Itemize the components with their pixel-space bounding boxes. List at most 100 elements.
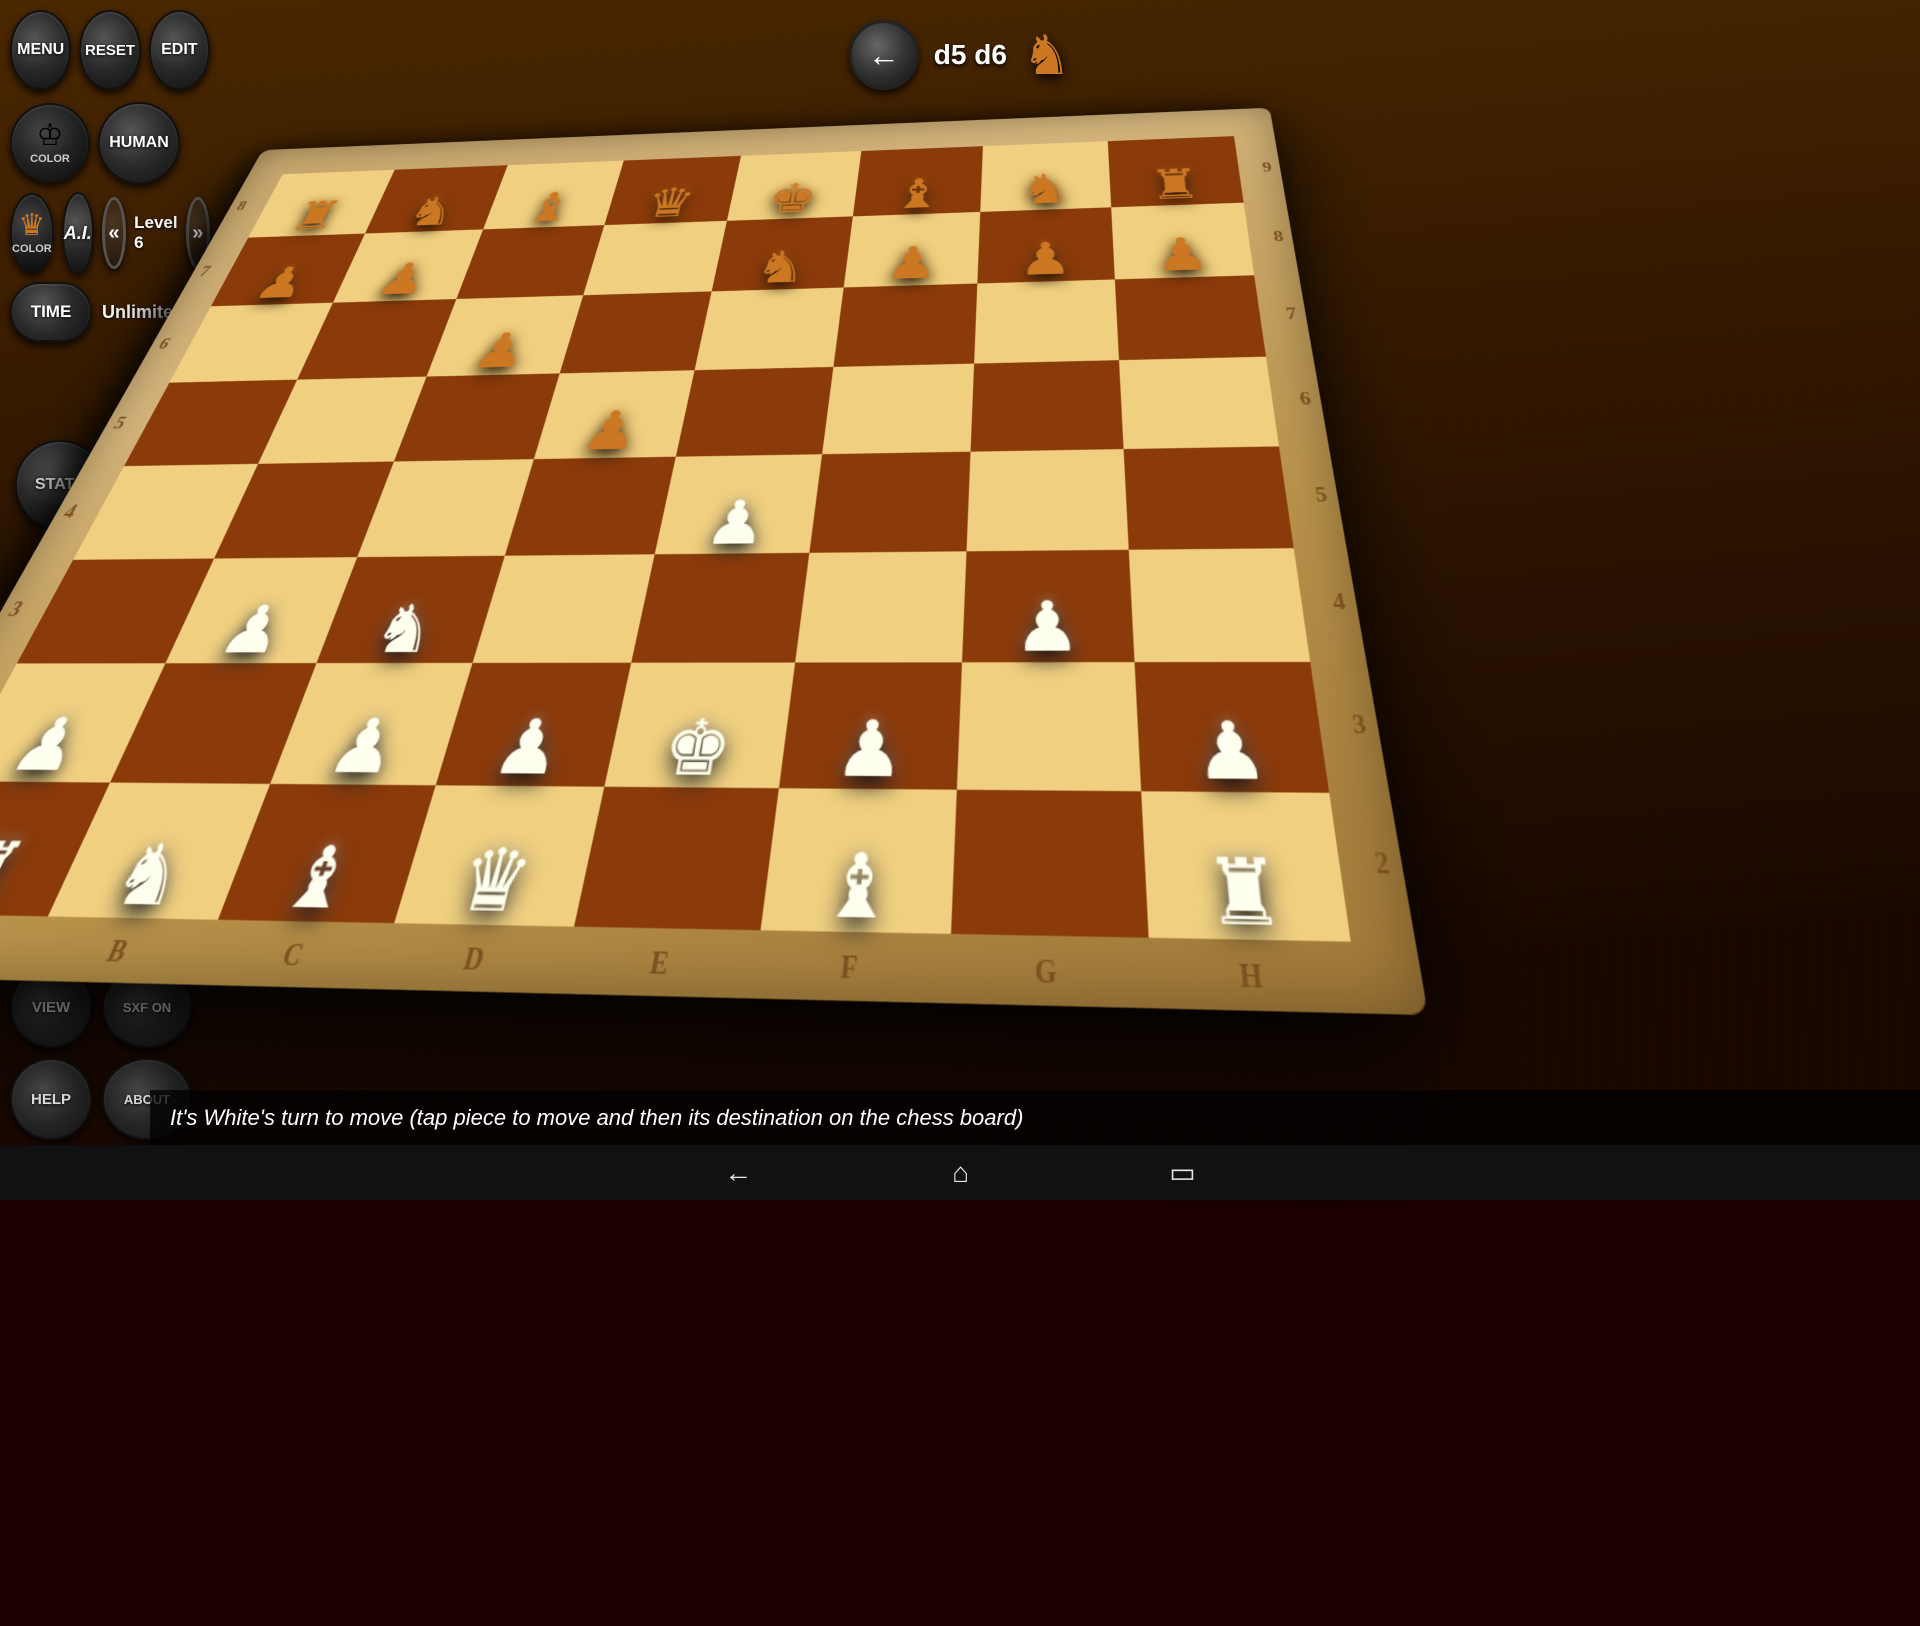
piece-BP-1-1: ♟ [370,257,436,302]
piece-BP-1-5: ♟ [884,240,940,286]
cell-4-7[interactable] [1123,446,1294,549]
player1-color-label: COLOR [30,153,70,165]
cell-0-4[interactable]: ♚ [727,151,861,220]
cell-6-4[interactable]: ♚ [605,663,795,788]
cell-1-3[interactable] [583,220,727,295]
piece-BB-0-5: ♝ [891,173,944,215]
cell-7-6[interactable] [951,789,1148,938]
edit-button[interactable]: EDIT [149,10,210,90]
file-e: E [647,946,671,982]
move-piece-icon: ♞ [1022,23,1071,87]
piece-BN-0-6: ♞ [1020,168,1071,210]
cell-1-7[interactable]: ♟ [1111,202,1255,279]
cells-container[interactable]: ♜♞♝♛♚♝♞♜♟♟♞♟♟♟♟♟♟♟♞♟♟♟♟♚♟♟♜♞♝♛♝♜ [0,136,1351,942]
piece-WP-6-2: ♟ [320,709,409,784]
player1-color-button[interactable]: ♔ COLOR [10,103,90,183]
cell-7-4[interactable] [574,786,778,930]
player1-piece-icon: ♔ [37,121,64,151]
piece-WP-6-5: ♟ [832,710,908,788]
cell-4-3[interactable] [504,457,675,555]
piece-WR-7-0: ♜ [0,831,37,915]
piece-WP-5-6: ♟ [1014,592,1082,662]
cell-5-7[interactable] [1128,548,1310,663]
rank-7: 7 [196,264,213,280]
reset-button[interactable]: RESET [79,10,140,90]
piece-WK-6-4: ♚ [657,710,738,787]
cell-3-7[interactable] [1118,356,1279,449]
level-prev-button[interactable]: « [102,197,126,269]
nav-back-button[interactable]: ← [724,1157,752,1189]
piece-WN-5-2: ♞ [363,596,446,663]
cell-7-7[interactable]: ♜ [1140,791,1350,942]
piece-BP-1-6: ♟ [1019,236,1073,282]
nav-home-button[interactable]: ⌂ [952,1157,969,1189]
move-back-icon: ← [868,37,900,74]
piece-WQ-7-3: ♛ [448,838,540,926]
piece-WP-6-0: ♟ [0,708,97,781]
piece-WN-7-1: ♞ [98,834,200,919]
rank-5: 5 [110,414,130,433]
piece-BR-0-7: ♜ [1147,163,1203,206]
rank-6: 6 [155,335,173,352]
file-b: B [102,935,133,969]
nav-recent-button[interactable]: ▭ [1169,1156,1195,1189]
rank-8: 8 [234,199,250,214]
cell-3-5[interactable] [822,363,975,454]
time-button[interactable]: TIME [10,282,92,342]
cell-1-4[interactable]: ♞ [712,216,853,291]
cell-4-5[interactable] [809,452,971,553]
piece-WB-7-5: ♝ [817,842,898,933]
top-button-row: MENU RESET EDIT [10,10,210,90]
piece-BP-3-3: ♟ [576,404,645,459]
cell-5-3[interactable] [472,554,655,663]
cell-0-6[interactable]: ♞ [980,141,1110,211]
cell-6-6[interactable] [957,662,1141,790]
board-surface: 8 7 6 5 4 3 2 1 A B C D E F G H 9 8 7 6 … [0,108,1428,1015]
cell-7-5[interactable]: ♝ [760,787,957,933]
cell-3-4[interactable] [676,366,833,456]
piece-BP-1-7: ♟ [1153,232,1212,279]
cell-3-6[interactable] [971,360,1123,452]
file-d: D [460,943,488,978]
file-h: H [1238,959,1264,997]
cell-6-7[interactable]: ♟ [1134,662,1329,792]
cell-2-7[interactable] [1114,275,1266,359]
cell-0-3[interactable]: ♛ [604,156,741,225]
cell-5-6[interactable]: ♟ [962,549,1134,662]
rank-4: 4 [60,501,81,522]
cell-0-7[interactable]: ♜ [1107,136,1243,207]
player2-color-button[interactable]: ♛ COLOR [10,193,54,273]
cell-0-5[interactable]: ♝ [852,146,982,216]
file-f: F [839,950,859,987]
cell-2-4[interactable] [695,288,843,370]
cell-2-5[interactable] [833,284,977,367]
status-bar: It's White's turn to move (tap piece to … [150,1090,1920,1145]
move-notation: d5 d6 [934,39,1007,71]
cell-5-4[interactable] [631,552,809,662]
cell-5-5[interactable] [795,551,967,663]
cell-0-2[interactable]: ♝ [483,161,623,229]
nav-bar: ← ⌂ ▭ [0,1145,1920,1200]
file-c: C [278,939,308,974]
ai-button[interactable]: A.I. [62,192,94,274]
player1-type-button[interactable]: HUMAN [98,102,180,184]
piece-BP-1-0: ♟ [247,261,316,305]
cell-2-3[interactable] [559,291,711,373]
piece-WP-6-3: ♟ [486,709,571,785]
menu-button[interactable]: MENU [10,10,71,90]
cell-2-6[interactable] [974,279,1118,363]
cell-1-6[interactable]: ♟ [977,207,1114,284]
cell-3-3[interactable]: ♟ [533,370,694,459]
status-message: It's White's turn to move (tap piece to … [170,1105,1023,1131]
move-back-button[interactable]: ← [849,20,919,90]
chess-board-3d[interactable]: 8 7 6 5 4 3 2 1 A B C D E F G H 9 8 7 6 … [0,51,1920,1626]
piece-WP-6-7: ♟ [1191,711,1272,792]
move-indicator: ← d5 d6 ♞ [849,20,1071,90]
piece-BQ-0-3: ♛ [641,182,699,223]
cell-4-4[interactable]: ♟ [655,454,822,554]
cell-4-6[interactable] [967,449,1129,551]
cell-1-5[interactable]: ♟ [843,212,980,288]
player2-piece-icon: ♛ [18,211,45,241]
cell-6-5[interactable]: ♟ [778,662,962,789]
file-labels: A B C D E F G H [0,930,1359,999]
